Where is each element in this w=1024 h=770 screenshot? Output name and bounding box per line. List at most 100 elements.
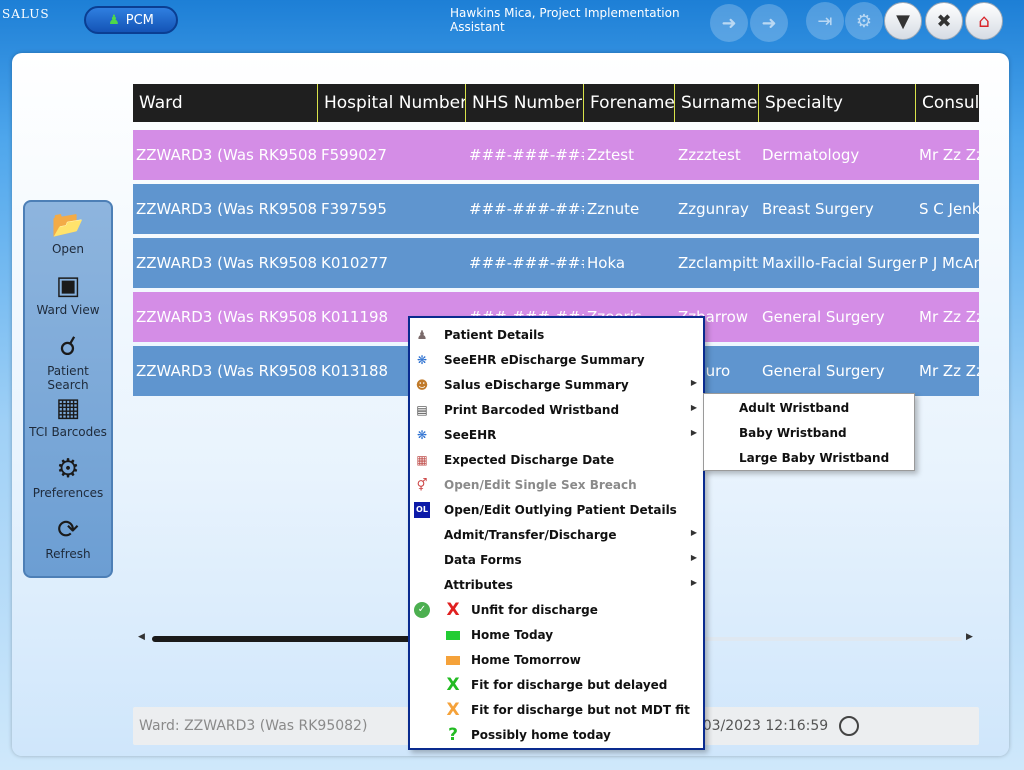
column-header-hospital-number[interactable]: Hospital Number [318, 84, 466, 122]
submenu-arrow-icon: ▶ [690, 578, 697, 587]
settings-icon[interactable]: ⚙ [845, 2, 883, 40]
cell-ward: ZZWARD3 (Was RK95082) [136, 308, 318, 326]
pcm-button[interactable]: ♟ PCM [84, 6, 178, 34]
refresh-button[interactable]: ⟳ Refresh [25, 513, 111, 573]
magnifier-icon: ☌ [59, 332, 77, 362]
cell-consultant: Mr Zz Zz [919, 308, 979, 326]
scroll-left-icon[interactable]: ◀ [138, 632, 145, 642]
grid-header: Ward Hospital Number NHS Number Forename… [133, 84, 979, 122]
cell-nhs-number: ###-###-#### [469, 200, 584, 218]
status-ward: Ward: ZZWARD3 (Was RK95082) [139, 718, 368, 734]
context-menu: ♟ Patient Details ❋ SeeEHR eDischarge Su… [408, 316, 705, 750]
forward-arrow-icon[interactable]: ➜ [750, 4, 788, 42]
cell-ward: ZZWARD3 (Was RK95082) [136, 362, 318, 380]
question-mark-icon: ? [448, 725, 458, 745]
column-header-forename[interactable]: Forename [584, 84, 675, 122]
menu-item-unfit-for-discharge[interactable]: ✓ X Unfit for discharge [410, 598, 703, 623]
green-square-icon [444, 626, 462, 644]
cell-forename: Zznute [587, 200, 640, 218]
seeehr-icon: ❋ [416, 353, 428, 367]
ward-view-button[interactable]: ▣ Ward View [25, 269, 111, 329]
menu-item-fit-not-mdt[interactable]: X Fit for discharge but not MDT fit [410, 698, 703, 723]
preferences-label: Preferences [32, 486, 104, 500]
folder-open-icon: 📂 [51, 210, 85, 240]
submenu-arrow-icon: ▶ [690, 403, 697, 412]
pcm-label: PCM [125, 12, 154, 28]
menu-item-expected-discharge-date[interactable]: ▦ Expected Discharge Date [410, 448, 703, 473]
tci-barcodes-button[interactable]: ▦ TCI Barcodes [25, 391, 111, 451]
cell-surname: Zzzztest [678, 146, 741, 164]
column-header-nhs-number[interactable]: NHS Number [466, 84, 584, 122]
cell-forename: Zztest [587, 146, 634, 164]
submenu-item-large-baby-wristband[interactable]: Large Baby Wristband [739, 451, 889, 465]
open-button[interactable]: 📂 Open [25, 208, 111, 268]
preferences-button[interactable]: ⚙ Preferences [25, 452, 111, 512]
menu-item-seeehr-edischarge-summary[interactable]: ❋ SeeEHR eDischarge Summary [410, 348, 703, 373]
column-header-ward[interactable]: Ward [133, 84, 318, 122]
cell-hospital-number: K010277 [321, 254, 389, 272]
table-row[interactable]: ZZWARD3 (Was RK95082) F599027 ###-###-##… [133, 130, 979, 180]
back-arrow-icon[interactable]: ➜ [710, 4, 748, 42]
menu-item-fit-but-delayed[interactable]: X Fit for discharge but delayed [410, 673, 703, 698]
orange-x-icon: X [446, 700, 460, 720]
menu-item-patient-details[interactable]: ♟ Patient Details [410, 323, 703, 348]
submenu-arrow-icon: ▶ [690, 528, 697, 537]
cell-surname: Zzclampitts [678, 254, 759, 272]
submenu-arrow-icon: ▶ [690, 553, 697, 562]
patient-search-label: Patient Search [47, 364, 89, 392]
submenu-arrow-icon: ▶ [690, 428, 697, 437]
cell-ward: ZZWARD3 (Was RK95082) [136, 146, 318, 164]
seeehr-icon: ❋ [416, 428, 428, 442]
table-row[interactable]: ZZWARD3 (Was RK95082) F397595 ###-###-##… [133, 184, 979, 234]
open-label: Open [51, 242, 85, 256]
salus-logo: SALUS [2, 7, 50, 21]
tool-panel: 📂 Open ▣ Ward View ☌ Patient Search ▦ TC… [23, 200, 113, 578]
cell-consultant: Mr Zz Zz [919, 362, 979, 380]
column-header-surname[interactable]: Surname [675, 84, 759, 122]
menu-item-outlying-patient-details[interactable]: OL Open/Edit Outlying Patient Details [410, 498, 703, 523]
submenu-item-adult-wristband[interactable]: Adult Wristband [739, 401, 849, 415]
cell-specialty: Maxillo-Facial Surgery [762, 254, 916, 272]
wristband-icon: ▤ [416, 403, 428, 417]
menu-item-salus-edischarge-summary[interactable]: ☻ Salus eDischarge Summary ▶ [410, 373, 703, 398]
patient-icon: ♟ [416, 328, 428, 342]
refresh-label: Refresh [45, 547, 91, 561]
menu-item-attributes[interactable]: Attributes ▶ [410, 573, 703, 598]
patient-search-button[interactable]: ☌ Patient Search [25, 330, 111, 392]
menu-item-home-tomorrow[interactable]: Home Tomorrow [410, 648, 703, 673]
submenu-item-baby-wristband[interactable]: Baby Wristband [739, 426, 847, 440]
table-row[interactable]: ZZWARD3 (Was RK95082) K010277 ###-###-##… [133, 238, 979, 288]
menu-item-possibly-home-today[interactable]: ? Possibly home today [410, 723, 703, 748]
menu-item-seeehr[interactable]: ❋ SeeEHR ▶ [410, 423, 703, 448]
green-x-icon: X [446, 675, 460, 695]
user-title: Hawkins Mica, Project Implementation Ass… [450, 6, 680, 34]
column-header-consultant[interactable]: Consultant [916, 84, 979, 122]
people-icon: ♟ [108, 12, 120, 28]
menu-item-admit-transfer-discharge[interactable]: Admit/Transfer/Discharge ▶ [410, 523, 703, 548]
home-icon[interactable]: ⌂ [965, 2, 1003, 40]
cell-ward: ZZWARD3 (Was RK95082) [136, 254, 318, 272]
menu-item-single-sex-breach[interactable]: ⚥ Open/Edit Single Sex Breach [410, 473, 703, 498]
cell-hospital-number: F397595 [321, 200, 387, 218]
menu-item-data-forms[interactable]: Data Forms ▶ [410, 548, 703, 573]
cell-consultant: P J McAr [919, 254, 979, 272]
orange-square-icon [444, 651, 462, 669]
calendar-icon: ▦ [416, 453, 428, 467]
red-x-icon: X [446, 600, 460, 620]
menu-item-home-today[interactable]: Home Today [410, 623, 703, 648]
menu-item-print-barcoded-wristband[interactable]: ▤ Print Barcoded Wristband ▶ [410, 398, 703, 423]
cell-specialty: Breast Surgery [762, 200, 874, 218]
gender-icon: ⚥ [416, 478, 428, 492]
cell-consultant: S C Jenk [919, 200, 979, 218]
ward-view-label: Ward View [36, 303, 100, 317]
tci-barcodes-label: TCI Barcodes [29, 425, 107, 439]
scroll-thumb[interactable] [152, 636, 452, 642]
column-header-specialty[interactable]: Specialty [759, 84, 916, 122]
filter-icon[interactable]: ▼ [884, 2, 922, 40]
close-icon[interactable]: ✖ [925, 2, 963, 40]
logout-icon[interactable]: ⇥ [806, 2, 844, 40]
check-circle-icon: ✓ [414, 602, 430, 618]
scroll-right-icon[interactable]: ▶ [966, 632, 973, 642]
cell-specialty: General Surgery [762, 362, 885, 380]
cell-specialty: General Surgery [762, 308, 885, 326]
